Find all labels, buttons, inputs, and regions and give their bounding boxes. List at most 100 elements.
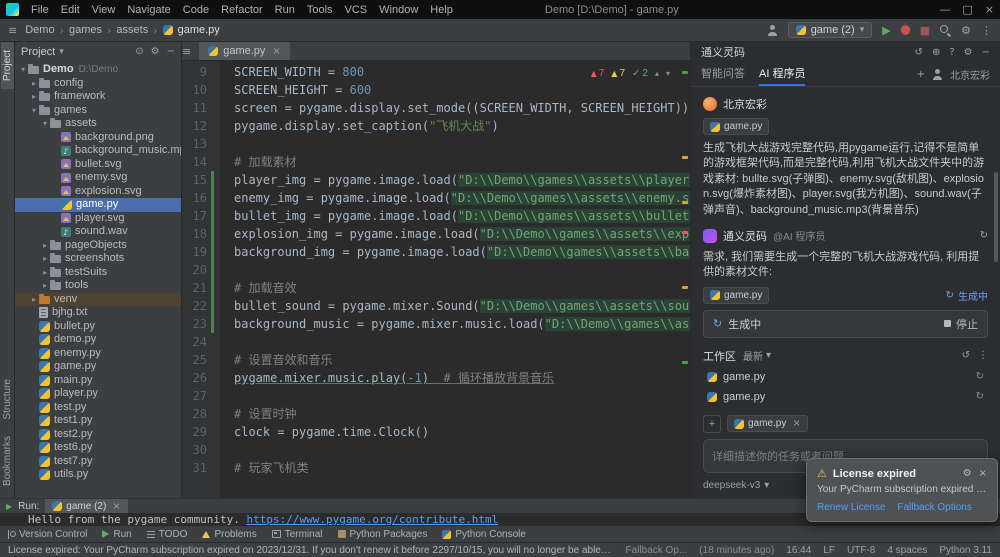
tool-stripe-structure[interactable]: Structure: [1, 371, 14, 428]
settings-icon[interactable]: ⚙: [961, 24, 971, 37]
tree-item-testsuits[interactable]: ▸testSuits: [15, 266, 181, 280]
hide-panel-icon[interactable]: −: [167, 46, 175, 57]
tree-item-player-py[interactable]: player.py: [15, 387, 181, 401]
debug-button[interactable]: [901, 25, 910, 35]
stop-generation-button[interactable]: 停止: [944, 316, 978, 332]
tab-smart-qa[interactable]: 智能问答: [701, 62, 745, 86]
generated-file-chip[interactable]: game.py: [703, 287, 769, 304]
tree-item-pageobjects[interactable]: ▸pageObjects: [15, 239, 181, 253]
hide-panel-icon[interactable]: −: [982, 47, 990, 58]
minimize-button[interactable]: —: [939, 3, 950, 16]
renew-license-link[interactable]: Renew License: [817, 502, 885, 513]
tool-window-button-python[interactable]: Python Console: [442, 529, 526, 540]
tree-item-enemy-svg[interactable]: enemy.svg: [15, 171, 181, 185]
status-message[interactable]: License expired: Your PyCharm subscripti…: [8, 545, 614, 556]
tool-window-button-problems[interactable]: Problems: [202, 529, 256, 540]
prev-problem-icon[interactable]: ▴: [655, 65, 659, 83]
tool-window-button-terminal[interactable]: Terminal: [272, 529, 323, 540]
tab-ai-programmer[interactable]: AI 程序员: [759, 62, 805, 86]
tool-window-button-run[interactable]: Run: [102, 529, 131, 540]
attachment-chip[interactable]: game.py ×: [727, 415, 808, 432]
menu-edit[interactable]: Edit: [55, 2, 86, 18]
search-everywhere-icon[interactable]: [940, 25, 951, 36]
tree-item-game-py[interactable]: game.py: [15, 360, 181, 374]
tree-item-game-py[interactable]: game.py: [15, 198, 181, 212]
settings-icon[interactable]: ⚙: [151, 46, 160, 57]
editor-tabs-menu-icon[interactable]: ≡: [182, 45, 191, 58]
locate-file-icon[interactable]: ⊙: [135, 46, 143, 57]
tree-item-main-py[interactable]: main.py: [15, 374, 181, 388]
next-problem-icon[interactable]: ▾: [666, 65, 670, 83]
tree-item-demo-py[interactable]: demo.py: [15, 333, 181, 347]
tree-item-test7-py[interactable]: test7.py: [15, 455, 181, 469]
run-tab[interactable]: game (2) ×: [45, 499, 127, 513]
tree-item-explosion-svg[interactable]: explosion.svg: [15, 185, 181, 199]
notification-settings-icon[interactable]: ⚙: [963, 468, 972, 479]
stop-button[interactable]: ■: [920, 24, 930, 37]
menu-window[interactable]: Window: [373, 2, 424, 18]
history-icon[interactable]: ↺: [915, 47, 923, 58]
tree-item-player-svg[interactable]: player.svg: [15, 212, 181, 226]
menu-file[interactable]: File: [25, 2, 55, 18]
settings-icon[interactable]: ⚙: [964, 47, 973, 58]
tree-item-assets[interactable]: ▾assets: [15, 117, 181, 131]
tree-item-test6-py[interactable]: test6.py: [15, 441, 181, 455]
workspace-file[interactable]: game.py↻: [703, 387, 988, 407]
tool-stripe-bookmarks[interactable]: Bookmarks: [1, 428, 14, 494]
run-config-selector[interactable]: game (2) ▾: [788, 22, 873, 38]
breadcrumb-item[interactable]: Demo: [25, 24, 54, 36]
fallback-options-status[interactable]: Fallback Op...: [626, 545, 688, 556]
tree-item-framework[interactable]: ▸framework: [15, 90, 181, 104]
menu-navigate[interactable]: Navigate: [121, 2, 176, 18]
menu-refactor[interactable]: Refactor: [215, 2, 269, 18]
menu-view[interactable]: View: [86, 2, 122, 18]
user-avatar-icon[interactable]: [767, 25, 778, 36]
maximize-button[interactable]: □: [962, 3, 972, 16]
help-icon[interactable]: ?: [949, 47, 954, 58]
tree-item-utils-py[interactable]: utils.py: [15, 468, 181, 482]
tree-item-test2-py[interactable]: test2.py: [15, 428, 181, 442]
tree-item-bullet-py[interactable]: bullet.py: [15, 320, 181, 334]
error-stripe[interactable]: [680, 61, 690, 498]
tree-item-config[interactable]: ▸config: [15, 77, 181, 91]
remove-attachment-icon[interactable]: ×: [792, 418, 800, 429]
editor-tab-game-py[interactable]: game.py ×: [199, 42, 290, 60]
close-run-tab-icon[interactable]: ×: [112, 501, 120, 512]
tree-item-background-music-mp3[interactable]: background_music.mp3: [15, 144, 181, 158]
tree-item-demo[interactable]: ▾DemoD:\Demo: [15, 63, 181, 77]
tree-item-bjhg-txt[interactable]: bjhg.txt: [15, 306, 181, 320]
tree-item-tools[interactable]: ▸tools: [15, 279, 181, 293]
refresh-icon[interactable]: ↻: [976, 371, 984, 382]
menu-code[interactable]: Code: [177, 2, 215, 18]
indent-style[interactable]: 4 spaces: [887, 545, 927, 556]
tree-item-venv[interactable]: ▸venv: [15, 293, 181, 307]
tool-stripe-project[interactable]: Project: [1, 42, 14, 89]
add-session-icon[interactable]: +: [917, 69, 925, 80]
project-view-selector[interactable]: Project: [21, 46, 55, 58]
tree-item-screenshots[interactable]: ▸screenshots: [15, 252, 181, 266]
more-options-icon[interactable]: ⋮: [981, 24, 992, 37]
line-separator[interactable]: LF: [823, 545, 835, 556]
run-button[interactable]: ▶: [882, 24, 890, 37]
tree-item-test-py[interactable]: test.py: [15, 401, 181, 415]
workspace-sort[interactable]: 最新 ▾: [743, 348, 771, 363]
add-attachment-button[interactable]: +: [703, 415, 721, 433]
python-interpreter[interactable]: Python 3.11: [939, 545, 992, 556]
file-encoding[interactable]: UTF-8: [847, 545, 875, 556]
tree-item-enemy-py[interactable]: enemy.py: [15, 347, 181, 361]
tree-item-sound-wav[interactable]: sound.wav: [15, 225, 181, 239]
tree-item-bullet-svg[interactable]: bullet.svg: [15, 158, 181, 172]
close-tab-icon[interactable]: ×: [272, 46, 280, 57]
breadcrumb-item[interactable]: games: [69, 24, 102, 36]
regenerate-icon[interactable]: ↻: [980, 230, 988, 241]
more-icon[interactable]: ⋮: [978, 350, 988, 361]
account-name[interactable]: 北京宏彩: [950, 67, 990, 82]
breadcrumb-item[interactable]: game.py: [178, 24, 220, 36]
tool-window-button-todo[interactable]: TODO: [147, 529, 188, 540]
fallback-options-link[interactable]: Fallback Options: [897, 502, 971, 513]
breadcrumb-item[interactable]: assets: [116, 24, 148, 36]
refresh-icon[interactable]: ↻: [976, 391, 984, 402]
tree-item-background-png[interactable]: background.png: [15, 131, 181, 145]
tool-window-button-package[interactable]: Python Packages: [338, 529, 428, 540]
menu-tools[interactable]: Tools: [301, 2, 339, 18]
